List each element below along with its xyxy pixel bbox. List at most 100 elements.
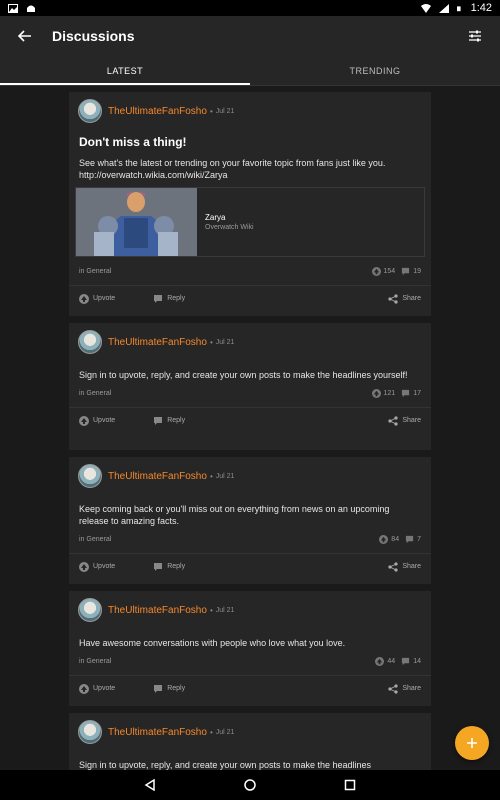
upvote-circle-icon [79, 293, 89, 304]
filter-button[interactable] [464, 25, 486, 47]
upvote-label: Upvote [93, 417, 116, 424]
post-date: Jul 21 [215, 606, 235, 614]
post-author[interactable]: TheUltimateFanFosho [108, 605, 207, 616]
post-date: Jul 21 [215, 338, 235, 346]
upvote-circle-icon [79, 561, 89, 572]
back-button[interactable] [14, 25, 36, 47]
avatar[interactable] [78, 99, 102, 123]
post-header: TheUltimateFanFosho • Jul 21 [69, 457, 431, 495]
share-button[interactable]: Share [388, 683, 421, 694]
avatar[interactable] [78, 464, 102, 488]
separator-dot: • [209, 471, 213, 481]
upvote-circle-icon [79, 683, 89, 694]
share-icon [388, 293, 398, 304]
post-body: Have awesome conversations with people w… [79, 638, 346, 648]
new-post-button[interactable] [455, 726, 489, 760]
image-notification-icon [8, 3, 18, 13]
avatar[interactable] [78, 720, 102, 744]
upvote-circle-icon [371, 266, 381, 276]
reply-label: Reply [167, 685, 186, 692]
post-header: TheUltimateFanFosho • Jul 21 [69, 591, 431, 629]
status-time: 1:42 [470, 2, 492, 14]
chat-bubble-icon [154, 416, 163, 425]
embed-source: Overwatch Wiki [205, 224, 254, 231]
share-label: Share [402, 295, 421, 302]
post-card[interactable]: TheUltimateFanFosho • Jul 21 Sign in to … [69, 713, 431, 770]
post-category[interactable]: in General [79, 536, 111, 543]
android-notification-icon [27, 5, 35, 12]
post-category[interactable]: in General [79, 658, 111, 665]
chat-bubble-icon [402, 657, 410, 665]
reply-count: 19 [413, 267, 421, 275]
upvote-count: 84 [391, 535, 400, 543]
separator-dot: • [209, 605, 213, 615]
battery-icon [456, 5, 461, 11]
post-header: TheUltimateFanFosho • Jul 21 [69, 713, 431, 751]
post-card[interactable]: TheUltimateFanFosho • Jul 21 Keep coming… [69, 457, 431, 584]
reply-button[interactable]: Reply [153, 416, 185, 426]
chat-bubble-icon [402, 389, 410, 397]
upvote-button[interactable]: Upvote [79, 683, 116, 694]
reply-label: Reply [167, 563, 186, 570]
separator-dot: • [209, 106, 213, 116]
embed-title: Zarya [205, 213, 226, 222]
post-category[interactable]: in General [79, 268, 111, 275]
arrow-left-icon [18, 30, 31, 42]
triangle-back-icon [144, 779, 155, 791]
tab-trending[interactable]: TRENDING [250, 56, 500, 85]
post-author[interactable]: TheUltimateFanFosho [108, 727, 207, 738]
chat-bubble-icon [405, 535, 414, 543]
post-author[interactable]: TheUltimateFanFosho [108, 471, 207, 482]
reply-button[interactable]: Reply [153, 684, 185, 694]
status-bar: 1:42 [0, 0, 500, 16]
reply-count: 14 [413, 657, 421, 665]
reply-button[interactable]: Reply [153, 294, 185, 304]
discussion-feed[interactable]: TheUltimateFanFosho • Jul 21 Don't miss … [0, 86, 500, 770]
nav-recents-button[interactable] [340, 775, 360, 795]
tab-latest[interactable]: LATEST [0, 56, 250, 85]
upvote-button[interactable]: Upvote [79, 293, 116, 304]
square-recents-icon [344, 779, 356, 791]
post-author[interactable]: TheUltimateFanFosho [108, 106, 207, 117]
upvote-count: 154 [383, 267, 396, 275]
wifi-icon [420, 3, 431, 13]
post-card[interactable]: TheUltimateFanFosho • Jul 21 Have awesom… [69, 591, 431, 706]
zarya-image [76, 188, 197, 256]
post-body: Sign in to upvote, reply, and create you… [79, 370, 408, 380]
system-nav-bar [0, 770, 500, 800]
avatar[interactable] [78, 330, 102, 354]
share-button[interactable]: Share [388, 561, 421, 572]
upvote-circle-icon [371, 388, 381, 398]
post-category[interactable]: in General [79, 390, 111, 397]
post-meta: in General 121 17 [69, 385, 431, 401]
post-header: TheUltimateFanFosho • Jul 21 [69, 92, 431, 130]
nav-home-button[interactable] [240, 775, 260, 795]
avatar[interactable] [78, 598, 102, 622]
nav-back-button[interactable] [140, 775, 160, 795]
post-author[interactable]: TheUltimateFanFosho [108, 337, 207, 348]
link-embed[interactable]: Zarya Overwatch Wiki [75, 187, 425, 257]
share-button[interactable]: Share [388, 293, 421, 304]
upvote-circle-icon [375, 656, 385, 666]
upvote-button[interactable]: Upvote [79, 561, 116, 572]
post-card[interactable]: TheUltimateFanFosho • Jul 21 Don't miss … [69, 92, 431, 316]
post-body: See what's the latest or trending on you… [79, 158, 386, 180]
post-card[interactable]: TheUltimateFanFosho • Jul 21 Sign in to … [69, 323, 431, 450]
chat-bubble-icon [154, 562, 163, 571]
upvote-label: Upvote [93, 295, 116, 302]
sliders-icon [469, 30, 481, 42]
post-meta: in General 44 14 [69, 653, 431, 669]
upvote-label: Upvote [93, 563, 116, 570]
share-button[interactable]: Share [388, 415, 421, 426]
reply-label: Reply [167, 417, 186, 424]
post-title: Don't miss a thing! [79, 135, 187, 149]
upvote-label: Upvote [93, 685, 116, 692]
post-body: Sign in to upvote, reply, and create you… [79, 760, 372, 770]
share-label: Share [402, 685, 421, 692]
embed-thumbnail [76, 188, 197, 256]
upvote-button[interactable]: Upvote [79, 415, 116, 426]
upvote-circle-icon [79, 415, 89, 426]
post-body: Keep coming back or you'll miss out on e… [79, 504, 390, 526]
share-icon [388, 561, 398, 572]
reply-button[interactable]: Reply [153, 562, 185, 572]
